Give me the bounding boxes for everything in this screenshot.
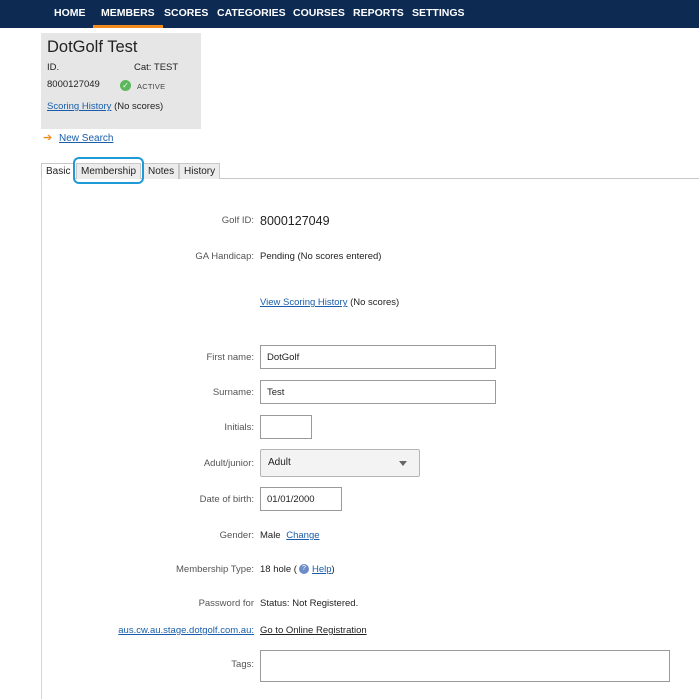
- top-nav: HOME MEMBERS SCORES CATEGORIES COURSES R…: [0, 0, 699, 28]
- nav-scores[interactable]: SCORES: [164, 0, 208, 28]
- tab-notes[interactable]: Notes: [143, 163, 180, 179]
- view-scoring-row: View Scoring History (No scores): [260, 297, 399, 308]
- membership-type-label: Membership Type:: [176, 564, 254, 575]
- tab-membership[interactable]: Membership: [76, 163, 142, 179]
- adult-junior-selected: Adult: [268, 457, 291, 468]
- golf-id-label: Golf ID:: [221, 215, 254, 226]
- scoring-history-note: (No scores): [114, 101, 164, 112]
- dob-label: Date of birth:: [199, 494, 254, 505]
- scoring-history-link[interactable]: Scoring History: [47, 101, 111, 112]
- content-left-border: [41, 178, 42, 699]
- member-category: Cat: TEST: [134, 62, 179, 73]
- first-name-field[interactable]: [260, 345, 496, 369]
- caret-down-icon: [399, 461, 407, 466]
- nav-settings[interactable]: SETTINGS: [412, 0, 465, 28]
- adult-junior-label: Adult/junior:: [203, 458, 254, 469]
- adult-junior-select[interactable]: Adult: [260, 449, 420, 477]
- initials-label: Initials:: [224, 422, 254, 433]
- view-scoring-note: (No scores): [350, 297, 400, 308]
- tags-field[interactable]: [260, 650, 670, 682]
- member-id-value: 8000127049: [47, 79, 100, 90]
- initials-field[interactable]: [260, 415, 312, 439]
- arrow-left-icon: ➔: [43, 132, 53, 144]
- tags-label: Tags:: [231, 659, 254, 670]
- view-scoring-history-link[interactable]: View Scoring History: [260, 297, 347, 308]
- password-label: Password for: [198, 598, 254, 609]
- member-status-badge: ACTIVE: [137, 82, 166, 91]
- tab-history[interactable]: History: [179, 163, 221, 179]
- new-search-row: ➔ New Search: [43, 131, 113, 144]
- gender-row: Male Change: [260, 530, 320, 541]
- nav-home[interactable]: HOME: [54, 0, 86, 28]
- check-circle-icon: ✓: [120, 80, 131, 91]
- handicap-value: Pending (No scores entered): [260, 251, 382, 262]
- membership-type-row: 18 hole (? Help): [260, 564, 335, 575]
- surname-field[interactable]: [260, 380, 496, 404]
- tab-basic[interactable]: Basic: [41, 163, 76, 180]
- member-id-label: ID.: [47, 62, 60, 73]
- dob-field[interactable]: [260, 487, 342, 511]
- password-domain-link[interactable]: aus.cw.au.stage.dotgolf.com.au:: [100, 625, 254, 636]
- online-registration-link[interactable]: Go to Online Registration: [260, 625, 367, 636]
- password-status: Status: Not Registered.: [260, 598, 359, 609]
- member-summary-card: DotGolf Test ID. Cat: TEST 8000127049 ✓ …: [41, 33, 201, 129]
- membership-type-close: ): [331, 564, 335, 575]
- surname-label: Surname:: [212, 387, 254, 398]
- nav-reports[interactable]: REPORTS: [353, 0, 404, 28]
- membership-type-value: 18 hole (: [260, 564, 297, 575]
- new-search-link[interactable]: New Search: [59, 133, 113, 144]
- first-name-label: First name:: [206, 352, 254, 363]
- gender-label: Gender:: [219, 530, 254, 541]
- gender-change-link[interactable]: Change: [286, 530, 319, 541]
- question-circle-icon[interactable]: ?: [298, 564, 309, 575]
- scoring-history-row: Scoring History (No scores): [47, 101, 163, 112]
- golf-id-value: 8000127049: [260, 214, 330, 228]
- help-link[interactable]: Help: [312, 564, 332, 575]
- nav-categories[interactable]: CATEGORIES: [217, 0, 286, 28]
- handicap-label: GA Handicap:: [195, 251, 254, 262]
- member-name: DotGolf Test: [47, 38, 138, 56]
- nav-courses[interactable]: COURSES: [293, 0, 345, 28]
- gender-value: Male: [260, 530, 281, 541]
- nav-members[interactable]: MEMBERS: [93, 0, 163, 28]
